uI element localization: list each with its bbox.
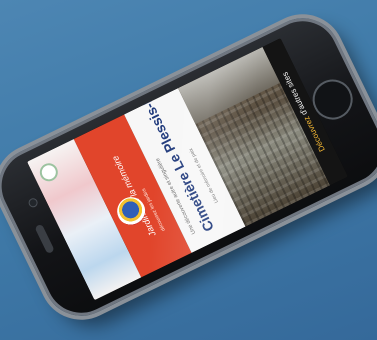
smartphone: Jardins de la mémoire découvrez les jard…	[0, 0, 377, 334]
photo-scene: Jardins de la mémoire découvrez les jard…	[0, 0, 377, 340]
front-camera-icon	[28, 198, 38, 208]
logo-icon	[39, 162, 59, 182]
phone-screen: Jardins de la mémoire découvrez les jard…	[27, 38, 348, 301]
speaker-grille	[34, 223, 55, 255]
photo-sky	[178, 46, 281, 125]
